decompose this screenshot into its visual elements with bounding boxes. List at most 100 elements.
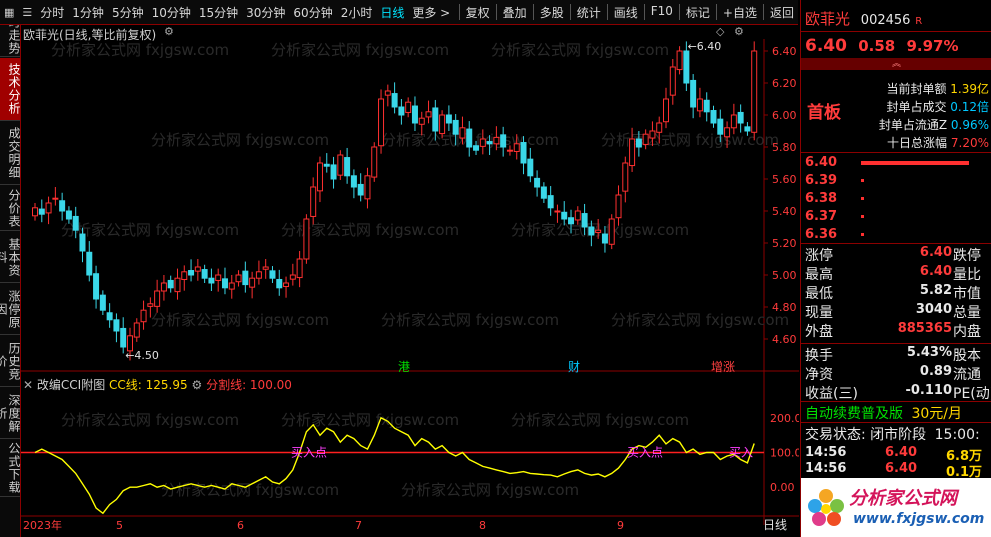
tool-button-4[interactable]: 画线 <box>610 4 642 21</box>
period-7[interactable]: 2小时 <box>337 4 377 21</box>
seal-stat-label: 封单占成交 <box>886 100 947 114</box>
seal-stat-row: 封单占流通Z 0.96% <box>871 116 989 133</box>
event-marker[interactable]: 增涨 <box>711 359 735 374</box>
period-5[interactable]: 30分钟 <box>242 4 289 21</box>
period-2[interactable]: 5分钟 <box>108 4 148 21</box>
candle-body <box>201 269 208 279</box>
seal-stat-row: 当前封单额 1.39亿 <box>871 80 989 97</box>
candle-body <box>703 99 710 113</box>
period-4[interactable]: 15分钟 <box>195 4 242 21</box>
period-9[interactable]: 更多 > <box>408 4 454 21</box>
candle-body <box>737 111 744 124</box>
tool-button-5[interactable]: F10 <box>647 4 677 21</box>
seal-stat-row: 封单占成交 0.12倍 <box>871 98 989 115</box>
watermark: 分析家公式网 fxjgsw.com <box>51 41 229 59</box>
candle-body <box>337 154 344 176</box>
watermark: 分析家公式网 fxjgsw.com <box>61 221 239 239</box>
tool-button-3[interactable]: 统计 <box>573 4 605 21</box>
candle-body <box>344 157 351 177</box>
seal-stat-value: 7.20% <box>947 136 989 150</box>
quote-value: 5.43% <box>906 345 952 360</box>
side-tab-6[interactable]: 历史竞价 <box>0 336 21 387</box>
candle-body <box>99 294 106 311</box>
candle-body <box>724 127 731 138</box>
quote-label-2: 跌停 <box>953 248 981 264</box>
trade-status-time: 15:00: <box>934 427 980 443</box>
candle-body <box>154 290 161 307</box>
tool-button-2[interactable]: 多股 <box>536 4 568 21</box>
candle-body <box>357 183 364 196</box>
tick-price: 6.40 <box>885 461 918 476</box>
candle-body <box>269 270 276 279</box>
side-tab-2[interactable]: 成交明细 <box>0 122 21 185</box>
candle-body <box>93 273 100 300</box>
period-6[interactable]: 60分钟 <box>289 4 336 21</box>
tool-button-7[interactable]: +自选 <box>719 4 761 21</box>
seal-stat-label: 当前封单额 <box>886 82 947 96</box>
toolbar-separator <box>643 3 645 20</box>
event-marker[interactable]: 财 <box>568 360 580 374</box>
collapse-icon[interactable]: ︽ <box>801 58 991 70</box>
quote-row: 收益(三) -0.110 PE(动) <box>805 383 991 402</box>
period-buttons: 分时 1分钟 5分钟 10分钟 15分钟 30分钟 60分钟 2小时 日线 更多 > <box>36 4 454 21</box>
candle-body <box>140 309 147 323</box>
candle-body <box>262 266 269 270</box>
quote-row: 最低 5.82 市值 <box>805 283 990 302</box>
period-3[interactable]: 10分钟 <box>148 4 195 21</box>
tool-button-0[interactable]: 复权 <box>462 4 494 21</box>
quote-value: 3040 <box>915 302 952 317</box>
candle-body <box>635 138 642 148</box>
close-indicator-icon[interactable]: ✕ <box>23 378 33 392</box>
candle-body <box>330 164 337 180</box>
side-tab-5[interactable]: 涨停原因 <box>0 284 21 335</box>
toolbar-separator <box>532 3 534 20</box>
logo-box: 分析家公式网 www.fxjgsw.com <box>801 478 991 537</box>
order-book-bar <box>861 215 864 218</box>
side-tab-4[interactable]: 基本资料 <box>0 232 21 283</box>
gear-icon[interactable]: ⚙ <box>191 378 202 392</box>
candle-body <box>405 101 412 113</box>
promo-banner[interactable]: 自动续费普及版 30元/月 <box>805 403 962 423</box>
event-marker[interactable]: 港 <box>398 360 410 374</box>
candle-body <box>642 133 649 145</box>
tool-button-6[interactable]: 标记 <box>682 4 714 21</box>
side-tab-8[interactable]: 公式下载 <box>0 440 21 497</box>
chart-area[interactable]: 欧菲光(日线,等比前复权) ⚙ ◇ ⚙ 分析家公式网 fxjgsw.com 分析家… <box>21 25 799 537</box>
period-8[interactable]: 日线 <box>376 4 408 21</box>
candle-body <box>568 217 575 225</box>
price-axis-label: 6.00 <box>772 109 797 122</box>
candle-body <box>656 122 663 133</box>
period-indicator: 日线 <box>763 518 787 532</box>
side-tab-7[interactable]: 深度解析 <box>0 388 21 439</box>
quote-label: 净资 <box>805 367 833 383</box>
candle-body <box>120 327 127 348</box>
candle-body <box>744 126 751 132</box>
side-tab-3[interactable]: 分价表 <box>0 186 21 231</box>
candle-body <box>32 207 38 217</box>
quote-row: 换手 5.43% 股本 <box>805 345 990 364</box>
candle-body <box>425 111 432 118</box>
list-icon[interactable]: ☰ <box>18 6 36 19</box>
quote-label-2: 内盘 <box>953 324 981 340</box>
quote-row: 最高 6.40 量比 <box>805 264 990 283</box>
indicator-name: 改编CCI附图 <box>36 378 106 392</box>
candle-body <box>242 270 249 286</box>
tool-button-1[interactable]: 叠加 <box>499 4 531 21</box>
side-tab-1[interactable]: 技术分析 <box>0 58 21 121</box>
price-pct: 9.97% <box>906 37 959 55</box>
order-book-row: 6.40 <box>805 154 990 173</box>
quote-value: 6.40 <box>919 264 952 279</box>
quote-panel: 欧菲光 002456 R 6.40 0.58 9.97% ︽ 首板 当前封单额 … <box>800 0 991 537</box>
candle-body <box>160 282 167 292</box>
period-1[interactable]: 1分钟 <box>68 4 108 21</box>
candle-body <box>113 319 120 332</box>
candle-body <box>303 218 310 260</box>
watermark: 分析家公式网 fxjgsw.com <box>381 311 559 329</box>
toolbar-separator <box>458 3 460 20</box>
quote-row: 外盘 885365 内盘 <box>805 321 990 340</box>
candle-body <box>364 175 371 200</box>
period-0[interactable]: 分时 <box>36 4 68 21</box>
grid-icon[interactable]: ▦ <box>0 6 18 19</box>
tool-button-8[interactable]: 返回 <box>766 4 798 21</box>
candle-body <box>398 106 405 116</box>
